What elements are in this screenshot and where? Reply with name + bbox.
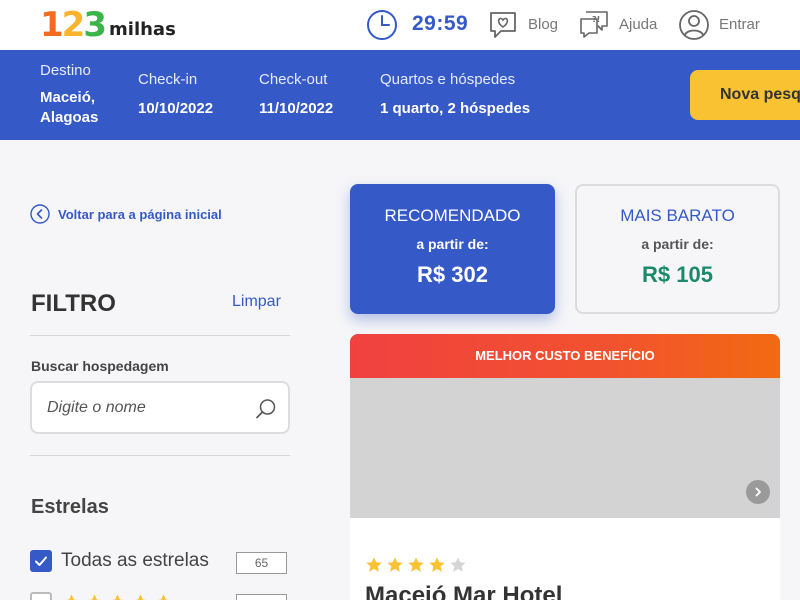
clear-filters-link[interactable]: Limpar (232, 293, 281, 311)
session-timer: 29:59 (412, 12, 469, 35)
top-header: 1 2 3 milhas 29:59 Blog ?! Ajuda Entrar (0, 0, 800, 50)
guests-label: Quartos e hóspedes (380, 71, 516, 88)
stars-filter-title: Estrelas (31, 496, 109, 518)
guests-value[interactable]: 1 quarto, 2 hóspedes (380, 99, 530, 119)
help-link[interactable]: Ajuda (619, 16, 657, 33)
new-search-button[interactable]: Nova pesquisa (690, 70, 800, 120)
recommended-subtitle: a partir de: (416, 236, 489, 252)
star-filled-icon (110, 594, 125, 600)
destination-label: Destino (40, 62, 91, 79)
cheapest-title: MAIS BARATO (620, 206, 735, 225)
divider (30, 455, 290, 456)
search-lodging-input[interactable] (47, 395, 247, 421)
back-link-label: Voltar para a página inicial (58, 206, 222, 222)
search-lodging-box (30, 381, 290, 434)
filter-title: FILTRO (31, 290, 116, 317)
recommended-title: RECOMENDADO (384, 206, 521, 225)
all-stars-checkbox[interactable] (30, 550, 52, 572)
checkin-label: Check-in (138, 71, 198, 88)
logo-digit-3: 3 (83, 5, 107, 45)
star-filled-icon (387, 557, 403, 572)
star-filled-icon (366, 557, 382, 572)
hotel-photo[interactable] (350, 378, 780, 518)
five-stars-checkbox[interactable] (30, 592, 52, 600)
hotel-card[interactable]: MELHOR CUSTO BENEFÍCIO Maceió Mar Hotel (350, 334, 780, 600)
user-icon[interactable] (678, 9, 710, 41)
five-stars-count (236, 594, 287, 600)
clock-icon (367, 10, 397, 40)
star-filled-icon (408, 557, 424, 572)
cheapest-card[interactable]: MAIS BARATO a partir de: R$ 105 (575, 184, 780, 314)
star-filled-icon (64, 594, 79, 600)
star-empty-icon (450, 557, 466, 572)
divider (30, 335, 290, 336)
star-filled-icon (133, 594, 148, 600)
svg-text:?!: ?! (592, 15, 600, 24)
new-search-label: Nova pesquisa (720, 86, 800, 103)
help-chat-icon[interactable]: ?! (578, 9, 610, 41)
hotel-star-rating (365, 556, 467, 574)
back-to-home-link[interactable]: Voltar para a página inicial (30, 204, 222, 224)
login-link[interactable]: Entrar (719, 16, 760, 33)
star-filled-icon (156, 594, 171, 600)
logo-digit-1: 1 (40, 5, 64, 45)
hotel-name[interactable]: Maceió Mar Hotel (365, 582, 562, 600)
checkin-value[interactable]: 10/10/2022 (138, 99, 213, 119)
chevron-right-icon (755, 487, 761, 497)
recommended-card[interactable]: RECOMENDADO a partir de: R$ 302 (350, 184, 555, 314)
search-lodging-label: Buscar hospedagem (31, 358, 169, 374)
all-stars-label: Todas as estrelas (61, 550, 209, 571)
blog-heart-chat-icon[interactable] (487, 9, 519, 41)
next-photo-button[interactable] (746, 480, 770, 504)
five-stars-rating (62, 593, 173, 600)
best-value-banner: MELHOR CUSTO BENEFÍCIO (350, 334, 780, 378)
blog-link[interactable]: Blog (528, 16, 558, 33)
checkmark-icon (35, 556, 47, 566)
star-filled-icon (87, 594, 102, 600)
cheapest-subtitle: a partir de: (641, 236, 714, 252)
star-filled-icon (429, 557, 445, 572)
recommended-price: R$ 302 (417, 262, 488, 287)
search-icon[interactable] (254, 397, 278, 421)
logo[interactable]: 1 2 3 milhas (40, 6, 176, 42)
cheapest-price: R$ 105 (642, 262, 713, 287)
destination-value[interactable]: Maceió, Alagoas (40, 88, 110, 128)
all-stars-count: 65 (236, 552, 287, 574)
logo-digit-2: 2 (61, 5, 86, 45)
chevron-left-circle-icon (30, 204, 50, 224)
checkout-value[interactable]: 11/10/2022 (259, 99, 333, 119)
logo-word: milhas (109, 19, 176, 40)
checkout-label: Check-out (259, 71, 328, 88)
filter-all-stars[interactable]: Todas as estrelas (30, 550, 209, 572)
search-summary-bar: Destino Maceió, Alagoas Check-in 10/10/2… (0, 50, 800, 140)
